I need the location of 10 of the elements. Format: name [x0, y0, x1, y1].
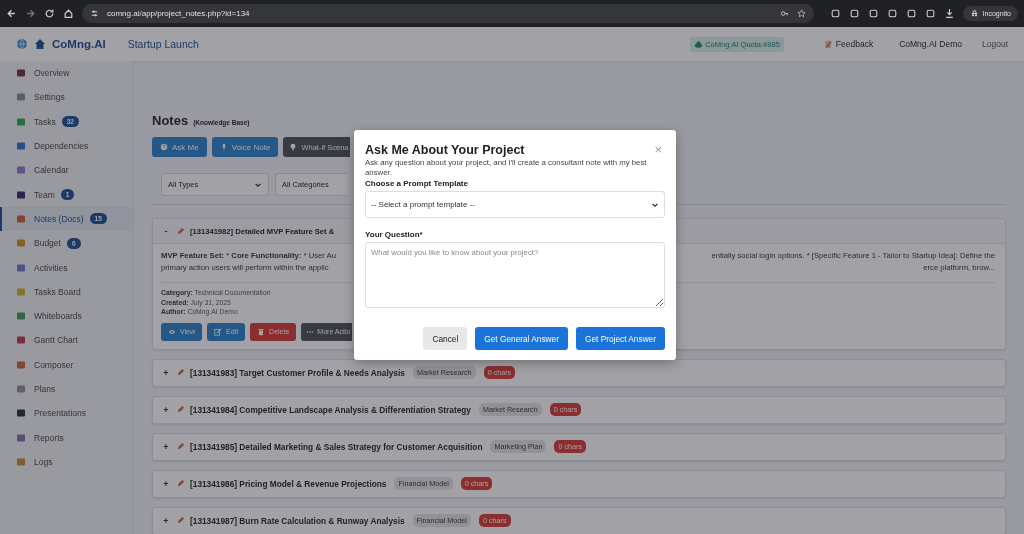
- note-title: [131341987] Burn Rate Calculation & Runway Analysis: [190, 515, 405, 526]
- project-name: Startup Launch: [127, 38, 199, 50]
- note-title: [131341986] Pricing Model & Revenue Projections: [190, 478, 387, 489]
- note-title: [131341984] Competitive Landscape Analysis & Differentiation Strategy: [190, 404, 471, 415]
- note-title: [131341983] Target Customer Profile & Needs Analysis: [190, 367, 405, 378]
- dialog-title: Ask Me About Your Project: [365, 142, 525, 157]
- note-title: [131341985] Detailed Marketing & Sales Strategy for Customer Acquisition: [190, 441, 483, 452]
- field-label: Choose a Prompt Template: [365, 179, 469, 188]
- page-title: Notes: [152, 113, 189, 128]
- field-label: Your Question*: [365, 230, 424, 239]
